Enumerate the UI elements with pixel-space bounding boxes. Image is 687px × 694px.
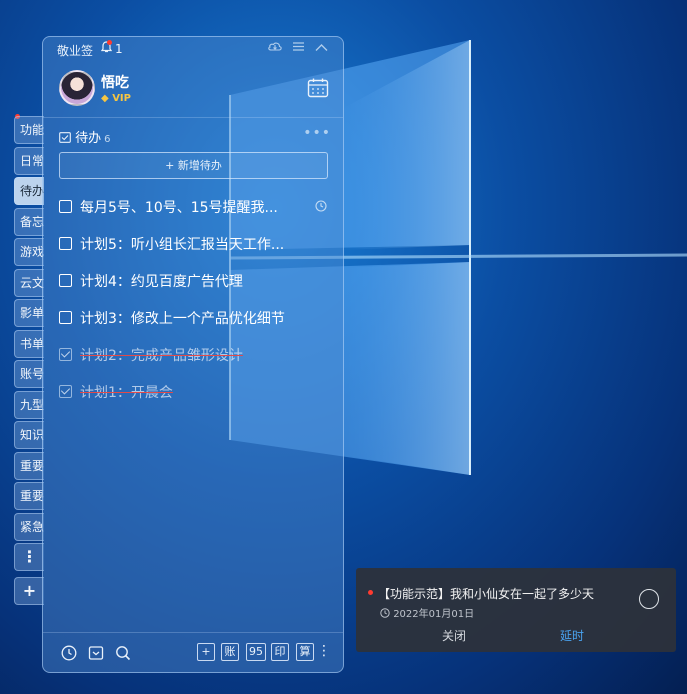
panel-titlebar[interactable]: 敬业签 1 — [43, 37, 343, 61]
side-tab-2[interactable]: 待办 — [14, 177, 44, 205]
print-button[interactable]: 印 — [271, 643, 289, 661]
side-tabs-add-button[interactable]: + — [14, 577, 44, 605]
toast-delay-button[interactable]: 延时 — [560, 627, 584, 644]
number-button[interactable]: 95 — [246, 643, 266, 661]
notification-count: 1 — [115, 42, 123, 56]
side-tab-7[interactable]: 书单 — [14, 329, 44, 358]
side-tab-13[interactable]: 紧急 — [14, 512, 44, 541]
toast-date: 2022年01月01日 — [380, 605, 474, 620]
todo-text: 计划4：约见百度广告代理 — [80, 273, 243, 290]
side-tabs: 功能 日常 待办 备忘 游戏 云文 影单 书单 账号 九型 知识 重要 重要 紧… — [14, 116, 44, 608]
diamond-icon: ◆ — [101, 93, 109, 104]
add-todo-button[interactable]: + 新增待办 — [59, 152, 328, 179]
section-title: 待办 — [75, 131, 102, 146]
bottom-toolbar: + 账 95 印 算 ⋮ — [43, 632, 343, 672]
side-tab-6[interactable]: 影单 — [14, 299, 44, 327]
inbox-icon[interactable] — [88, 645, 104, 665]
todo-text: 每月5号、10号、15号提醒我... — [80, 199, 278, 216]
reminder-clock-icon — [315, 200, 327, 215]
side-tab-3[interactable]: 备忘 — [14, 207, 44, 236]
toast-title: 【功能示范】我和小仙女在一起了多少天 — [378, 587, 595, 601]
more-vertical-icon[interactable]: ⋮ — [317, 643, 331, 659]
cloud-sync-icon[interactable] — [267, 40, 283, 56]
avatar[interactable] — [59, 70, 95, 106]
section-header: 待办 6 — [59, 127, 111, 146]
todo-item[interactable]: 计划5：听小组长汇报当天工作... — [59, 225, 331, 262]
calculator-button[interactable]: 算 — [296, 643, 314, 661]
todo-checkbox-checked[interactable] — [59, 348, 72, 361]
todo-panel: 敬业签 1 悟吃 ◆ VIP 待办 6 ••• + 新增待办 每月5号、10号、… — [42, 36, 344, 673]
todo-checkbox[interactable] — [59, 200, 72, 213]
toast-alert-dot — [368, 590, 373, 595]
todo-item[interactable]: 计划3：修改上一个产品优化细节 — [59, 299, 331, 336]
todo-text: 计划1：开晨会 — [80, 384, 173, 401]
reminder-toast: 【功能示范】我和小仙女在一起了多少天 2022年01月01日 关闭 延时 — [356, 568, 676, 652]
side-tab-10[interactable]: 知识 — [14, 421, 44, 449]
toast-complete-toggle[interactable] — [639, 589, 659, 609]
side-tab-9[interactable]: 九型 — [14, 390, 44, 419]
side-tab-0[interactable]: 功能 — [14, 116, 44, 144]
header-divider — [43, 117, 343, 118]
clock-icon — [380, 608, 393, 620]
todo-checkbox-checked[interactable] — [59, 385, 72, 398]
side-tab-11[interactable]: 重要 — [14, 451, 44, 480]
todo-item-completed[interactable]: 计划1：开晨会 — [59, 373, 331, 410]
todo-item[interactable]: 每月5号、10号、15号提醒我... — [59, 188, 331, 225]
todo-checkbox[interactable] — [59, 311, 72, 324]
todo-item[interactable]: 计划4：约见百度广告代理 — [59, 262, 331, 299]
ledger-button[interactable]: 账 — [221, 643, 239, 661]
side-tab-4[interactable]: 游戏 — [14, 238, 44, 266]
todo-checkbox[interactable] — [59, 274, 72, 287]
side-tab-8[interactable]: 账号 — [14, 360, 44, 388]
app-name: 敬业签 — [57, 44, 94, 58]
todo-text: 计划3：修改上一个产品优化细节 — [80, 310, 285, 327]
clock-icon[interactable] — [61, 645, 77, 665]
section-more-icon[interactable]: ••• — [303, 125, 331, 141]
todo-text: 计划5：听小组长汇报当天工作... — [80, 236, 285, 253]
side-tab-1[interactable]: 日常 — [14, 146, 44, 175]
username: 悟吃 — [101, 75, 129, 91]
search-icon[interactable] — [115, 645, 131, 665]
todo-list: 每月5号、10号、15号提醒我... 计划5：听小组长汇报当天工作... 计划4… — [59, 188, 331, 410]
section-count: 6 — [104, 134, 111, 145]
profile-header: 悟吃 ◆ VIP — [43, 65, 343, 125]
todo-text: 计划2：完成产品雏形设计 — [80, 347, 243, 364]
vip-badge: ◆ VIP — [101, 93, 131, 104]
toast-close-button[interactable]: 关闭 — [442, 627, 466, 644]
side-tabs-more-button[interactable]: ⋮ — [14, 543, 44, 571]
add-button[interactable]: + — [197, 643, 215, 661]
side-tab-12[interactable]: 重要 — [14, 482, 44, 510]
todo-check-icon — [59, 131, 75, 146]
todo-item-completed[interactable]: 计划2：完成产品雏形设计 — [59, 336, 331, 373]
side-tab-5[interactable]: 云文 — [14, 268, 44, 297]
calendar-icon[interactable] — [307, 77, 329, 99]
bell-alert-dot — [107, 40, 112, 45]
collapse-chevron-icon[interactable] — [315, 40, 328, 56]
menu-icon[interactable] — [292, 40, 305, 56]
todo-checkbox[interactable] — [59, 237, 72, 250]
